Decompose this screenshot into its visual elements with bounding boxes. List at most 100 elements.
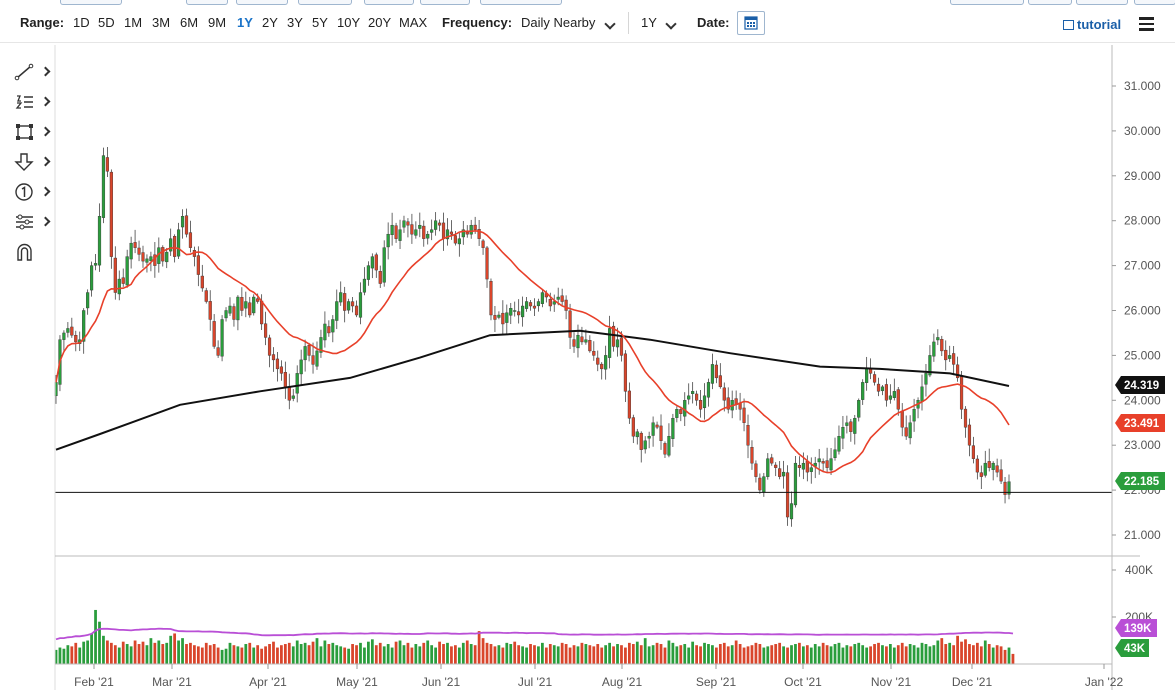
- volume-bar: [742, 647, 746, 664]
- volume-bar: [944, 644, 948, 664]
- candle: [714, 364, 718, 379]
- volume-bar: [616, 644, 619, 664]
- candle: [366, 265, 370, 280]
- volume-average-tag: 139K: [1115, 619, 1157, 637]
- candle: [797, 464, 802, 468]
- volume-bar: [983, 640, 987, 664]
- volume-bar: [236, 646, 240, 664]
- x-tick-label: Jul '21: [518, 675, 553, 689]
- candle: [920, 386, 924, 402]
- volume-bar: [584, 644, 588, 664]
- volume-bar: [434, 647, 438, 664]
- candle: [74, 335, 78, 343]
- volume-bar: [264, 646, 267, 664]
- volume-bar: [347, 648, 351, 664]
- volume-bar: [995, 645, 999, 664]
- volume-bar: [153, 642, 157, 664]
- volume-bar: [367, 641, 370, 664]
- candle: [86, 292, 90, 309]
- candle: [671, 418, 675, 439]
- volume-bar: [394, 641, 398, 664]
- volume-bar: [794, 644, 797, 664]
- volume-bar: [643, 638, 647, 664]
- volume-bar: [853, 644, 857, 664]
- candle: [817, 458, 821, 463]
- candle: [291, 395, 295, 399]
- candle: [418, 224, 422, 229]
- volume-bar: [295, 640, 299, 664]
- candle: [410, 224, 414, 235]
- volume-bar: [414, 644, 418, 664]
- candle: [805, 460, 809, 473]
- volume-bar: [339, 646, 343, 664]
- volume-bar: [881, 645, 884, 664]
- volume-bar: [758, 644, 762, 664]
- candle: [184, 215, 189, 235]
- volume-bar: [169, 635, 173, 664]
- volume-bar: [608, 642, 611, 664]
- volume-bar: [707, 644, 710, 664]
- candle: [971, 445, 975, 459]
- volume-bar: [592, 646, 596, 664]
- candle: [509, 308, 513, 316]
- volume-bar: [691, 641, 695, 664]
- candle: [742, 407, 746, 423]
- volume-bar: [928, 646, 932, 664]
- volume-bar: [386, 644, 390, 664]
- candle: [521, 305, 525, 318]
- volume-bar: [438, 641, 441, 664]
- candle: [386, 233, 390, 248]
- volume-bar: [402, 645, 406, 664]
- volume-bar: [351, 644, 354, 664]
- volume-bar: [877, 642, 880, 664]
- volume-bar: [833, 644, 837, 664]
- volume-bar: [924, 644, 928, 664]
- volume-bar: [596, 644, 600, 664]
- volume-bar: [829, 646, 833, 664]
- candle: [232, 306, 236, 320]
- slow-moving-average: [55, 329, 1010, 451]
- volume-bar: [137, 644, 141, 664]
- candle: [473, 224, 477, 230]
- candle: [307, 345, 311, 356]
- volume-bar: [58, 647, 62, 664]
- candle: [663, 443, 667, 455]
- volume-bar: [916, 647, 920, 664]
- candle: [983, 462, 987, 476]
- candle: [568, 310, 572, 338]
- volume-tick-label: 400K: [1125, 563, 1153, 577]
- volume-bar: [948, 642, 952, 664]
- volume-bar: [359, 642, 362, 664]
- price-chart[interactable]: 21.00022.00023.00024.00025.00026.00027.0…: [0, 0, 1175, 694]
- volume-bar: [497, 645, 501, 664]
- volume-bar: [817, 646, 821, 664]
- candle: [912, 409, 916, 422]
- volume-bar: [78, 647, 82, 664]
- candle: [90, 265, 94, 291]
- volume-bar: [319, 646, 323, 664]
- candle: [695, 393, 699, 401]
- volume-bar: [912, 645, 916, 664]
- volume-bar: [892, 647, 896, 664]
- candle: [619, 337, 624, 356]
- candle: [180, 216, 185, 228]
- volume-bar: [564, 644, 568, 664]
- volume-bar: [291, 646, 295, 664]
- volume-bar: [422, 642, 426, 664]
- volume-bar: [509, 644, 513, 664]
- volume-bar: [212, 644, 216, 664]
- candle: [659, 425, 663, 441]
- candle: [540, 292, 544, 304]
- volume-bar: [390, 647, 394, 664]
- candle: [240, 297, 244, 311]
- candle: [228, 305, 232, 314]
- volume-bar: [703, 642, 706, 664]
- volume-bar: [821, 642, 825, 664]
- candle: [643, 440, 647, 450]
- volume-bar: [766, 646, 770, 664]
- volume-bar: [631, 644, 635, 664]
- candle: [532, 305, 537, 309]
- volume-bar: [552, 645, 556, 664]
- volume-bar: [774, 644, 778, 664]
- volume-bar: [722, 642, 726, 664]
